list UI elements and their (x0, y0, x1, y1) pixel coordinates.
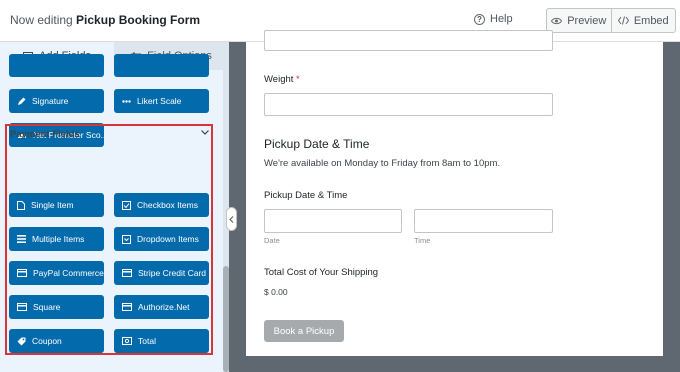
field-button-likert-scale[interactable]: Likert Scale (114, 89, 209, 113)
field-button-multiple-items[interactable]: Multiple Items (9, 227, 104, 251)
payment-fields-title[interactable]: Payment Fields (10, 129, 80, 140)
field-label: PayPal Commerce (33, 268, 104, 278)
required-marker: * (296, 74, 300, 85)
field-label: Likert Scale (137, 96, 182, 106)
time-input[interactable] (414, 209, 553, 233)
field-button-coupon[interactable]: Coupon (9, 329, 104, 353)
pickup-datetime-label: Pickup Date & Time (264, 190, 348, 201)
chevron-left-icon (229, 215, 234, 223)
date-input[interactable] (264, 209, 402, 233)
chevron-down-icon[interactable] (201, 130, 209, 135)
tag-icon (17, 337, 26, 345)
section-description: We're available on Monday to Friday from… (264, 158, 501, 169)
field-label: Square (33, 302, 61, 312)
field-label: Authorize.Net (138, 302, 190, 312)
help-label: Help (490, 13, 513, 25)
section-title: Pickup Date & Time (264, 137, 370, 151)
field-button-total[interactable]: Total (114, 329, 209, 353)
preview-label: Preview (567, 14, 607, 27)
help-icon: ? (474, 13, 485, 25)
card-icon (122, 269, 132, 277)
time-sublabel: Time (414, 236, 431, 245)
field-button-square[interactable]: Square (9, 295, 104, 319)
help-button[interactable]: ? Help (474, 13, 513, 25)
dots-icon (122, 99, 131, 103)
field-label: Checkbox Items (137, 200, 198, 210)
sidebar-collapse-toggle[interactable] (226, 207, 237, 231)
editing-prefix: Now editing (10, 13, 73, 27)
total-cost-label: Total Cost of Your Shipping (264, 267, 379, 278)
money-icon (122, 337, 132, 345)
weight-input[interactable] (264, 93, 553, 116)
field-button-partial[interactable] (114, 54, 209, 77)
field-button-paypal-commerce[interactable]: PayPal Commerce (9, 261, 104, 285)
field-button-partial[interactable] (9, 54, 104, 77)
field-label: Multiple Items (32, 234, 85, 244)
file-icon (17, 200, 25, 210)
embed-button[interactable]: Embed (610, 9, 676, 32)
weight-label: Weight * (264, 74, 300, 85)
form-name: Pickup Booking Form (76, 13, 201, 27)
card-icon (122, 303, 132, 311)
field-button-dropdown-items[interactable]: Dropdown Items (114, 227, 209, 251)
card-icon (17, 269, 27, 277)
field-label: Signature (32, 96, 69, 106)
previous-field-input[interactable] (264, 30, 553, 51)
total-cost-value: $ 0.00 (264, 287, 288, 297)
date-sublabel: Date (264, 236, 280, 245)
field-button-signature[interactable]: Signature (9, 89, 104, 113)
field-label: Total (138, 336, 156, 346)
pen-icon (18, 97, 26, 105)
preview-embed-group: Preview Embed (546, 8, 676, 33)
field-label: Stripe Credit Card (138, 268, 207, 278)
weight-label-text: Weight (264, 74, 294, 85)
field-button-authorize-net[interactable]: Authorize.Net (114, 295, 209, 319)
field-label: Single Item (31, 200, 74, 210)
preview-button[interactable]: Preview (547, 9, 611, 32)
card-icon (17, 303, 27, 311)
field-button-checkbox-items[interactable]: Checkbox Items (114, 193, 209, 217)
field-label: Dropdown Items (137, 234, 199, 244)
list-icon (17, 235, 26, 243)
field-button-single-item[interactable]: Single Item (9, 193, 104, 217)
field-label: Coupon (32, 336, 62, 346)
checkbox-icon (122, 200, 131, 210)
field-button-stripe-credit-card[interactable]: Stripe Credit Card (114, 261, 209, 285)
eye-icon (551, 17, 563, 24)
book-pickup-button[interactable]: Book a Pickup (264, 320, 344, 342)
code-icon (617, 16, 629, 25)
dropdown-icon (122, 234, 131, 244)
editing-title: Now editing Pickup Booking Form (10, 13, 200, 27)
embed-label: Embed (633, 14, 669, 27)
